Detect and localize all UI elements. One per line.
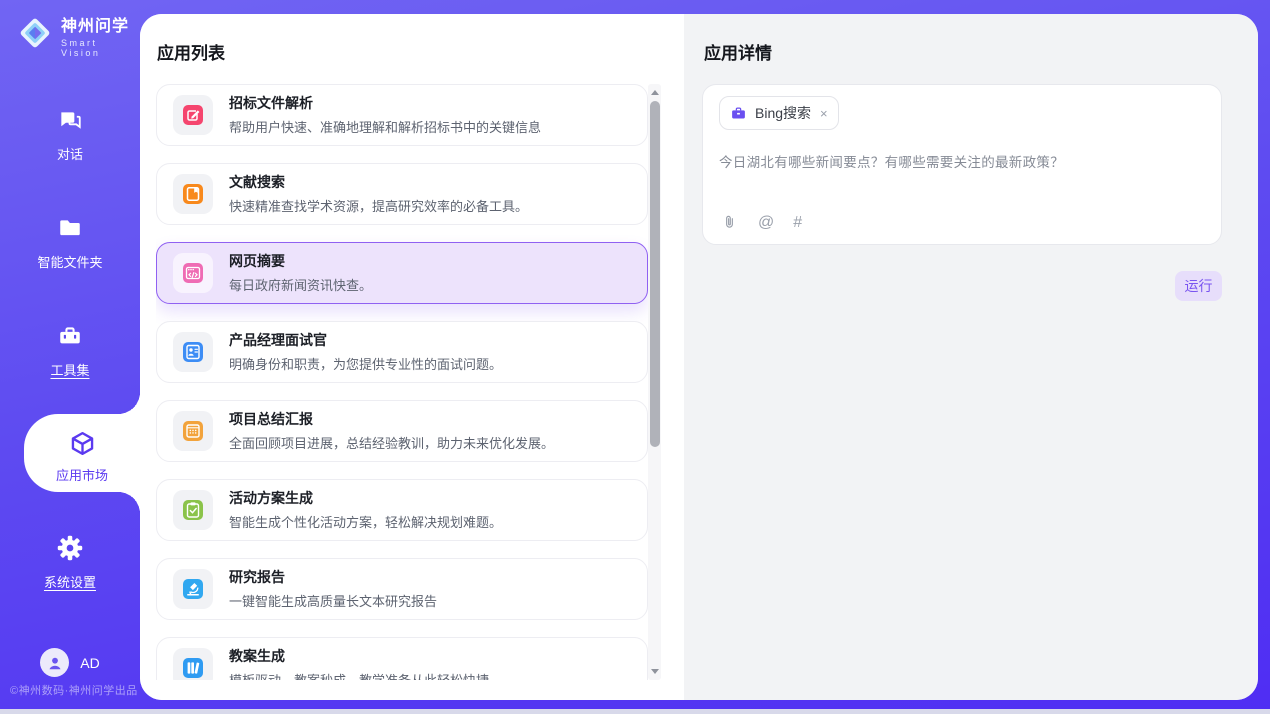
app-card-desc: 全面回顾项目进展，总结经验教训，助力未来优化发展。: [229, 433, 554, 452]
brand-diamond-icon: [16, 14, 54, 57]
app-card-project-summary[interactable]: 项目总结汇报 全面回顾项目进展，总结经验教训，助力未来优化发展。: [156, 400, 648, 462]
book-icon: [173, 174, 213, 214]
app-card-title: 教案生成: [229, 647, 489, 665]
sidebar-item-smart-folders[interactable]: 智能文件夹: [0, 212, 140, 272]
books-icon: [173, 648, 213, 680]
brand-logo: 神州问学 Smart Vision: [16, 12, 140, 58]
gear-icon: [0, 532, 140, 564]
cube-icon: [24, 427, 140, 459]
copyright-footer: ©神州数码·神州问学出品: [10, 682, 138, 698]
app-card-desc: 明确身份和职责，为您提供专业性的面试问题。: [229, 354, 502, 373]
user-initials: AD: [80, 655, 99, 671]
app-card-desc: 帮助用户快速、准确地理解和解析招标书中的关键信息: [229, 117, 541, 136]
briefcase-icon: [730, 105, 747, 122]
chat-icon: [0, 104, 140, 136]
app-card-title: 网页摘要: [229, 252, 372, 270]
brand-tagline: Smart Vision: [61, 38, 140, 58]
app-list-panel: 应用列表 招标文件解析 帮助用户快速、准确地理解和解析招标书中的关键信息 文献搜…: [140, 14, 684, 700]
app-card-title: 产品经理面试官: [229, 331, 502, 349]
clipboard-check-icon: [173, 490, 213, 530]
app-detail-title: 应用详情: [704, 39, 772, 64]
content-shell: 应用列表 招标文件解析 帮助用户快速、准确地理解和解析招标书中的关键信息 文献搜…: [140, 14, 1258, 700]
microscope-icon: [173, 569, 213, 609]
app-list-title: 应用列表: [157, 39, 225, 64]
run-button[interactable]: 运行: [1175, 271, 1222, 301]
app-card-research-report[interactable]: 研究报告 一键智能生成高质量长文本研究报告: [156, 558, 648, 620]
window-bottom-edge: [0, 709, 1270, 714]
scrollbar-thumb[interactable]: [650, 101, 660, 447]
app-card-list: 招标文件解析 帮助用户快速、准确地理解和解析招标书中的关键信息 文献搜索 快速精…: [156, 84, 648, 680]
app-card-pm-interviewer[interactable]: 产品经理面试官 明确身份和职责，为您提供专业性的面试问题。: [156, 321, 648, 383]
paperclip-icon[interactable]: [720, 213, 739, 232]
sidebar: 神州问学 Smart Vision 对话 智能文件夹 工具集 应用市场 系统设置…: [0, 0, 140, 709]
sidebar-item-label: 智能文件夹: [37, 252, 102, 271]
app-card-desc: 快速精准查找学术资源，提高研究效率的必备工具。: [229, 196, 528, 215]
app-list-scrollbar[interactable]: [648, 84, 661, 680]
sidebar-item-chat[interactable]: 对话: [0, 104, 140, 164]
app-card-title: 文献搜索: [229, 173, 528, 191]
scroll-up-icon[interactable]: [651, 90, 659, 95]
query-text[interactable]: 今日湖北有哪些新闻要点？有哪些需要关注的最新政策？: [719, 151, 1205, 171]
app-card-literature-search[interactable]: 文献搜索 快速精准查找学术资源，提高研究效率的必备工具。: [156, 163, 648, 225]
browser-code-icon: [173, 253, 213, 293]
doc-person-icon: [173, 332, 213, 372]
avatar: [40, 648, 69, 677]
sidebar-item-system-settings[interactable]: 系统设置: [0, 532, 140, 592]
tool-chip-bing-search[interactable]: Bing搜索 ×: [719, 96, 839, 130]
app-card-title: 招标文件解析: [229, 94, 541, 112]
app-card-desc: 每日政府新闻资讯快查。: [229, 275, 372, 294]
app-detail-panel: 应用详情 Bing搜索 × 今日湖北有哪些新闻要点？有哪些需要关注的最新政策？ …: [684, 14, 1258, 700]
tool-chip-label: Bing搜索: [755, 103, 811, 123]
app-card-lesson-plan[interactable]: 教案生成 模板驱动，教案秒成，教学准备从此轻松快捷: [156, 637, 648, 680]
brand-name: 神州问学: [61, 12, 140, 36]
sidebar-item-toolset[interactable]: 工具集: [0, 320, 140, 380]
sidebar-item-app-market[interactable]: 应用市场: [24, 414, 140, 492]
edit-square-icon: [173, 95, 213, 135]
app-card-title: 项目总结汇报: [229, 410, 554, 428]
query-input-area[interactable]: Bing搜索 × 今日湖北有哪些新闻要点？有哪些需要关注的最新政策？ @#: [702, 84, 1222, 245]
sidebar-item-label: 应用市场: [56, 465, 108, 484]
hash-icon[interactable]: #: [793, 214, 802, 232]
at-icon[interactable]: @: [758, 214, 774, 232]
note-grid-icon: [173, 411, 213, 451]
app-card-desc: 模板驱动，教案秒成，教学准备从此轻松快捷: [229, 670, 489, 680]
sidebar-item-label: 对话: [57, 144, 83, 163]
sidebar-item-label: 系统设置: [44, 572, 96, 591]
app-card-event-plan[interactable]: 活动方案生成 智能生成个性化活动方案，轻松解决规划难题。: [156, 479, 648, 541]
app-card-desc: 一键智能生成高质量长文本研究报告: [229, 591, 437, 610]
user-account[interactable]: AD: [0, 648, 140, 677]
chip-close-icon[interactable]: ×: [820, 107, 828, 120]
app-card-web-summary[interactable]: 网页摘要 每日政府新闻资讯快查。: [156, 242, 648, 304]
sidebar-item-label: 工具集: [50, 360, 89, 379]
app-card-desc: 智能生成个性化活动方案，轻松解决规划难题。: [229, 512, 502, 531]
app-card-bid-parse[interactable]: 招标文件解析 帮助用户快速、准确地理解和解析招标书中的关键信息: [156, 84, 648, 146]
toolbox-icon: [0, 320, 140, 352]
input-toolbar: @#: [720, 213, 802, 232]
scroll-down-icon[interactable]: [651, 669, 659, 674]
folder-icon: [0, 212, 140, 244]
app-card-title: 研究报告: [229, 568, 437, 586]
app-card-title: 活动方案生成: [229, 489, 502, 507]
